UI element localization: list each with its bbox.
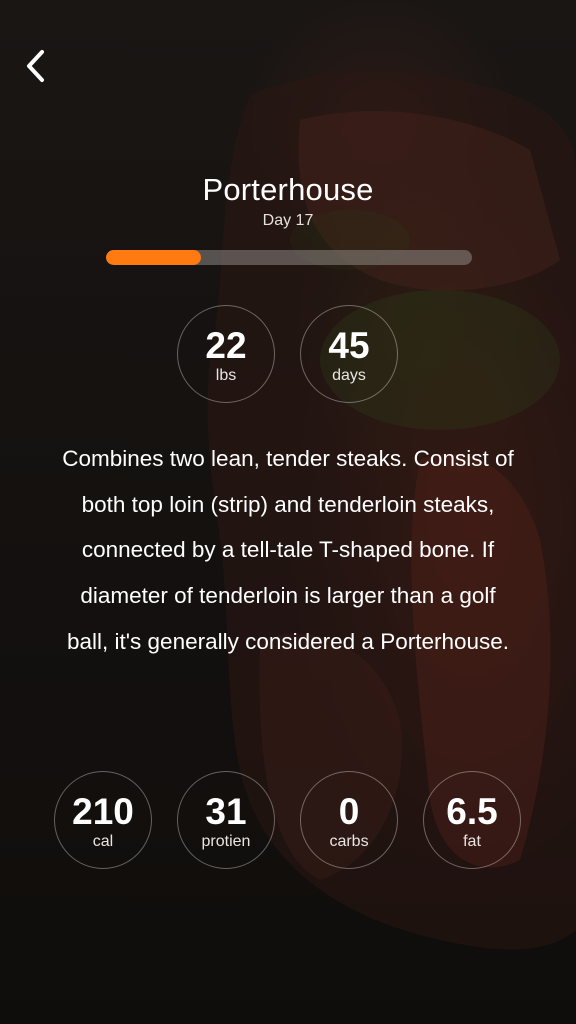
nutrition-carbs: 0 carbs — [300, 771, 398, 869]
nutrition-unit: protien — [201, 833, 251, 850]
nutrition-value: 6.5 — [446, 791, 498, 832]
stat-days: 45 days — [300, 305, 398, 403]
stat-weight: 22 lbs — [177, 305, 275, 403]
page-title: Porterhouse — [202, 172, 374, 207]
nutrition-value: 31 — [205, 791, 247, 832]
stat-unit: days — [332, 367, 366, 384]
nutrition-unit: fat — [463, 833, 481, 850]
nutrition-unit: cal — [92, 833, 114, 850]
steak-detail-screen: Porterhouse Day 17 22 lbs 45 days Combin… — [0, 0, 576, 1024]
nutrition-value: 0 — [338, 791, 360, 832]
nutrition-value: 210 — [72, 791, 134, 832]
back-button[interactable] — [14, 44, 58, 88]
cut-description: Combines two lean, tender steaks. Consis… — [62, 446, 514, 654]
aging-progress-bar — [106, 250, 472, 265]
page-subtitle: Day 17 — [262, 212, 314, 229]
stat-unit: lbs — [215, 367, 237, 384]
stat-value: 45 — [328, 325, 370, 366]
nutrition-fat: 6.5 fat — [423, 771, 521, 869]
stat-value: 22 — [205, 325, 247, 366]
nutrition-calories: 210 cal — [54, 771, 152, 869]
chevron-left-icon — [27, 50, 44, 82]
nutrition-protein: 31 protien — [177, 771, 275, 869]
aging-progress-fill — [106, 250, 202, 265]
nutrition-unit: carbs — [329, 833, 369, 850]
